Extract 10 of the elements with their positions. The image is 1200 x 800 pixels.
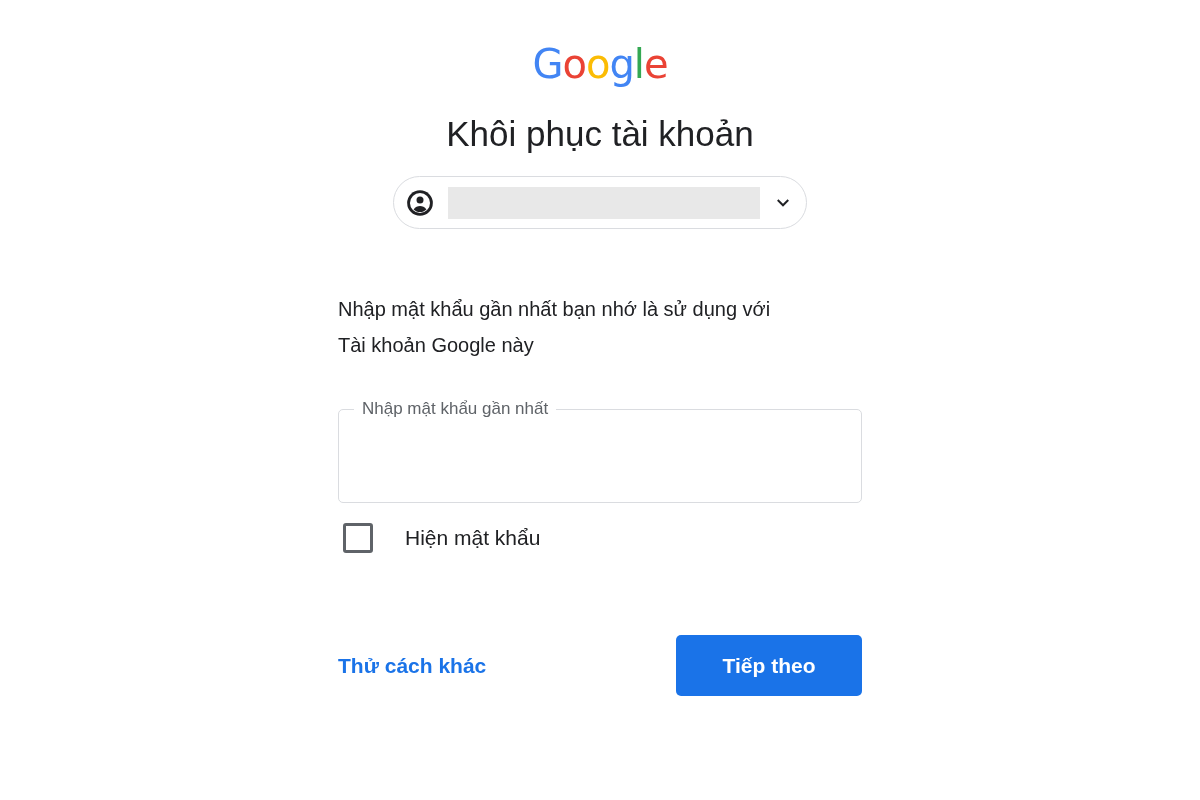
password-field[interactable]: Nhập mật khẩu gần nhất [338,398,862,503]
next-button[interactable]: Tiếp theo [676,635,862,696]
show-password-checkbox[interactable] [343,523,373,553]
checkbox-label: Hiện mật khẩu [405,526,541,550]
instruction-text: Nhập mật khẩu gần nhất bạn nhớ là sử dụng với Tài khoản Google này [338,297,772,358]
google-logo: Google [532,40,668,88]
account-icon [406,188,434,217]
page-title: Khôi phục tài khoản [446,113,754,155]
try-another-way-link[interactable]: Thử cách khác [338,653,487,678]
field-label: Nhập mật khẩu gần nhất [354,398,557,420]
